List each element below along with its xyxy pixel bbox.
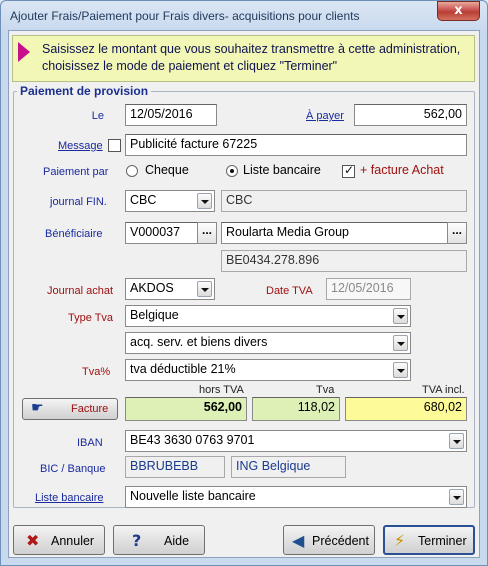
incl-vat-header: TVA incl. — [422, 384, 465, 396]
purchase-journal-label: Journal achat — [47, 285, 114, 297]
bank-list-select[interactable]: Nouvelle liste bancaire — [125, 486, 467, 508]
beneficiary-vat: BE0434.278.896 — [221, 250, 467, 272]
date-label: Le — [91, 110, 104, 122]
vat-subtype-value: acq. serv. et biens divers — [130, 335, 268, 349]
cancel-button[interactable]: ✖ Annuler — [13, 525, 105, 555]
amount-vat[interactable]: 118,02 — [252, 397, 340, 421]
purchase-journal-select[interactable]: AKDOS — [125, 278, 215, 300]
cross-icon: ✖ — [26, 531, 40, 550]
message-input[interactable]: Publicité facture 67225 — [125, 134, 467, 156]
chevron-down-icon[interactable] — [197, 193, 212, 209]
date-input[interactable]: 12/05/2016 — [125, 104, 217, 126]
beneficiary-lookup-button[interactable]: ... — [197, 222, 217, 244]
bank-list-label-text: Liste bancaire — [35, 492, 104, 504]
instruction-text: Saisissez le montant que vous souhaitez … — [42, 42, 461, 73]
iban-value: BE43 3630 0763 9701 — [130, 433, 255, 447]
radio-cheque[interactable] — [126, 165, 138, 177]
radio-bank-list[interactable] — [226, 165, 238, 177]
vat-type-value: Belgique — [130, 308, 179, 322]
chevron-down-icon[interactable] — [393, 308, 408, 324]
journal-fin-description: CBC — [221, 190, 467, 212]
previous-button-label: Précédent — [312, 534, 369, 548]
arrow-left-icon: ◀ — [292, 531, 305, 550]
hand-pointer-icon: ☛ — [31, 400, 44, 416]
group-title: Paiement de provision — [17, 84, 152, 98]
invoice-button-label: Facture — [71, 403, 109, 415]
purchase-journal-value: AKDOS — [130, 281, 174, 295]
title-bar[interactable]: Ajouter Frais/Paiement pour Frais divers… — [1, 1, 487, 29]
question-icon: ? — [132, 531, 142, 550]
vat-rate-value: tva déductible 21% — [130, 362, 236, 376]
vat-date-label: Date TVA — [266, 285, 313, 297]
vat-header: Tva — [316, 384, 335, 396]
journal-fin-value: CBC — [130, 193, 157, 207]
iban-select[interactable]: BE43 3630 0763 9701 — [125, 430, 467, 452]
beneficiary-name-input[interactable]: Roularta Media Group — [221, 222, 449, 244]
message-checkbox[interactable] — [108, 139, 121, 152]
purchase-invoice-checkbox[interactable] — [342, 163, 355, 178]
bank-name: ING Belgique — [231, 456, 346, 478]
purchase-invoice-label: + facture Achat — [360, 163, 444, 177]
lightning-icon: ⚡ — [394, 531, 406, 550]
bic-value: BBRUBEBB — [125, 456, 225, 478]
arrow-right-icon — [18, 42, 30, 62]
beneficiary-name-lookup-button[interactable]: ... — [447, 222, 467, 244]
window-title: Ajouter Frais/Paiement pour Frais divers… — [10, 9, 360, 23]
finish-button[interactable]: ⚡ Terminer — [383, 525, 475, 555]
invoice-button[interactable]: ☛ Facture — [22, 398, 118, 420]
help-button-label: Aide — [164, 534, 190, 548]
beneficiary-label: Bénéficiaire — [45, 228, 103, 240]
journal-fin-select[interactable]: CBC — [125, 190, 215, 212]
message-label: Message — [58, 140, 103, 152]
vat-rate-select[interactable]: tva déductible 21% — [125, 359, 411, 381]
journal-fin-label: journal FIN. — [50, 196, 107, 208]
vat-type-label: Type Tva — [68, 312, 114, 324]
amount-excl-vat[interactable]: 562,00 — [125, 397, 247, 421]
close-button[interactable]: x — [437, 1, 480, 21]
amount-due-input[interactable]: 562,00 — [354, 104, 467, 126]
previous-button[interactable]: ◀ Précédent — [283, 525, 375, 555]
chevron-down-icon[interactable] — [393, 362, 408, 378]
cancel-button-label: Annuler — [51, 534, 95, 548]
chevron-down-icon[interactable] — [449, 489, 464, 505]
iban-label: IBAN — [77, 437, 103, 449]
chevron-down-icon[interactable] — [197, 281, 212, 297]
amount-incl-vat[interactable]: 680,02 — [345, 397, 467, 421]
finish-button-label: Terminer — [418, 534, 467, 548]
beneficiary-code-input[interactable]: V000037 — [125, 222, 199, 244]
chevron-down-icon[interactable] — [393, 335, 408, 351]
vat-date-input[interactable]: 12/05/2016 — [326, 278, 411, 300]
vat-type-select[interactable]: Belgique — [125, 305, 411, 327]
help-button[interactable]: ? Aide — [113, 525, 205, 555]
excl-vat-header: hors TVA — [199, 384, 244, 396]
payment-method-label: Paiement par — [43, 166, 109, 178]
vat-subtype-select[interactable]: acq. serv. et biens divers — [125, 332, 411, 354]
vat-rate-label: Tva% — [82, 366, 111, 378]
chevron-down-icon[interactable] — [449, 433, 464, 449]
bank-list-value: Nouvelle liste bancaire — [130, 489, 256, 503]
bank-list-label: Liste bancaire — [35, 492, 104, 504]
radio-bank-list-label: Liste bancaire — [243, 163, 321, 177]
radio-cheque-label: Cheque — [145, 163, 189, 177]
amount-due-label: À payer — [306, 110, 344, 122]
bic-label: BIC / Banque — [40, 463, 106, 475]
